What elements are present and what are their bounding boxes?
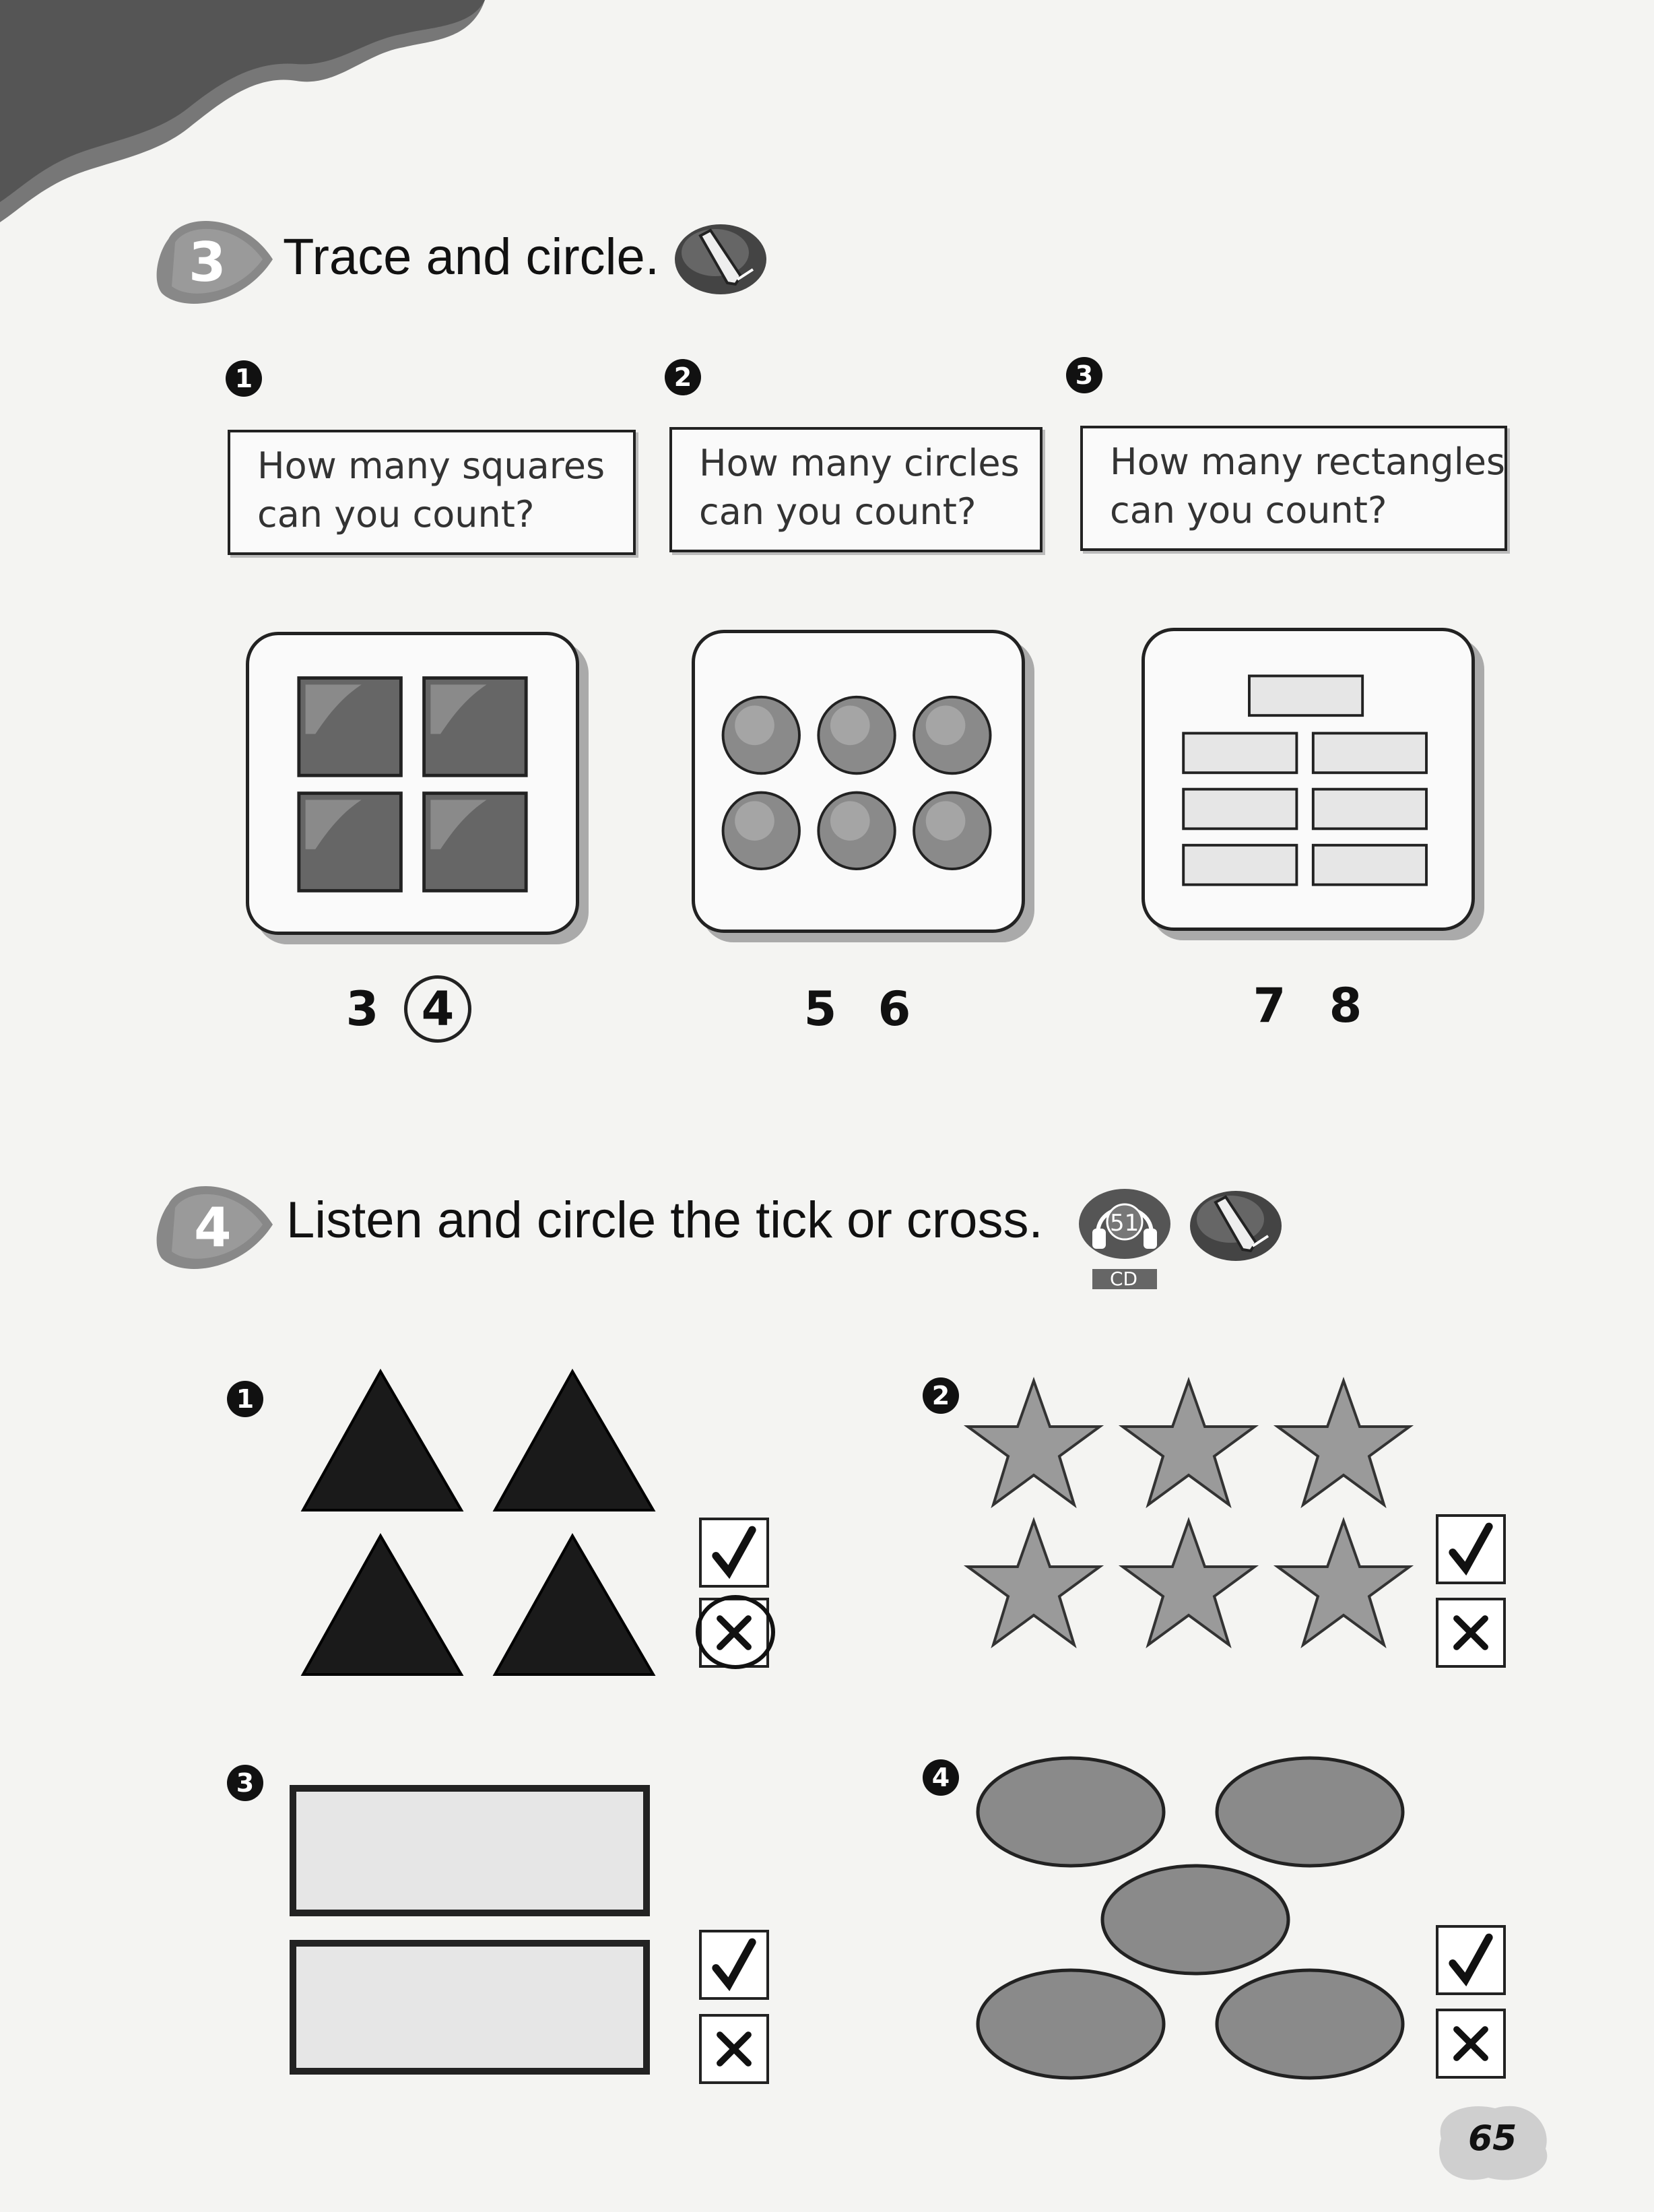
- stars-picture: [966, 1379, 1411, 1646]
- section-3-title: Trace and circle.: [283, 228, 659, 286]
- section-4-item-2-number: 2: [923, 1377, 959, 1414]
- section-3-number: 3: [189, 231, 226, 294]
- question-line-1: How many circles: [699, 442, 1020, 484]
- question-line-1: How many rectangles: [1110, 441, 1506, 483]
- pencil-icon: [673, 222, 768, 296]
- answer-option-3[interactable]: 3: [329, 975, 396, 1043]
- answer-option-4-circled[interactable]: 4: [404, 975, 471, 1043]
- section-3-badge: 3: [155, 212, 276, 313]
- answer-option-6[interactable]: 6: [861, 975, 928, 1043]
- corner-decoration: [0, 0, 485, 222]
- circles-picture: [721, 695, 992, 870]
- tick-box-3[interactable]: [699, 1930, 769, 2000]
- ovals-picture: [976, 1756, 1405, 2080]
- section-4-item-1-number: 1: [227, 1381, 263, 1417]
- question-box-circles: How many circles can you count?: [669, 427, 1043, 552]
- question-box-rectangles: How many rectangles can you count?: [1080, 426, 1507, 551]
- cd-label: CD: [1110, 1268, 1138, 1290]
- cross-box-3[interactable]: [699, 2014, 769, 2084]
- section-4-title: Listen and circle the tick or cross.: [286, 1192, 1043, 1249]
- squares-picture-card: [246, 632, 579, 935]
- question-line-1: How many squares: [257, 445, 605, 487]
- cross-box-4[interactable]: [1436, 2009, 1506, 2079]
- headphones-cd-icon: 51 CD: [1078, 1187, 1172, 1295]
- cd-track-number: 51: [1110, 1210, 1139, 1237]
- section-3-item-2-number: 2: [665, 359, 701, 395]
- question-line-2: can you count?: [257, 493, 535, 535]
- answer-option-8[interactable]: 8: [1312, 972, 1379, 1039]
- tick-icon: [1449, 1522, 1493, 1576]
- tick-box-2[interactable]: [1436, 1514, 1506, 1584]
- cross-circled-mark: [696, 1595, 775, 1669]
- section-4-item-3-number: 3: [227, 1765, 263, 1801]
- page-number-badge: 65: [1428, 2098, 1556, 2186]
- tick-icon: [712, 1938, 756, 1992]
- tick-icon: [1449, 1933, 1493, 1987]
- answer-option-5[interactable]: 5: [787, 975, 854, 1043]
- question-box-squares: How many squares can you count?: [228, 430, 636, 555]
- cross-icon: [1453, 2026, 1488, 2061]
- cross-box-2[interactable]: [1436, 1598, 1506, 1668]
- section-3-item-3-number: 3: [1066, 357, 1102, 393]
- section-4-badge: 4: [155, 1177, 276, 1278]
- section-3-item-1-number: 1: [226, 360, 262, 397]
- tick-box-4[interactable]: [1436, 1925, 1506, 1995]
- question-line-2: can you count?: [699, 490, 977, 533]
- section-4-item-4-number: 4: [923, 1759, 959, 1796]
- answer-option-7[interactable]: 7: [1236, 972, 1303, 1039]
- cross-icon: [717, 2031, 752, 2067]
- rectangles-picture: [290, 1785, 650, 2075]
- pencil-icon: [1189, 1189, 1283, 1263]
- tick-box-1[interactable]: [699, 1518, 769, 1588]
- rectangles-picture-card: [1142, 628, 1475, 931]
- cross-icon: [1453, 1615, 1488, 1650]
- section-4-number: 4: [194, 1196, 232, 1259]
- tick-icon: [712, 1526, 756, 1580]
- triangles-picture: [300, 1368, 656, 1676]
- page-number: 65: [1468, 2118, 1517, 2159]
- rectangles-picture: [1182, 674, 1428, 886]
- squares-picture: [297, 676, 528, 892]
- circles-picture-card: [692, 630, 1025, 933]
- question-line-2: can you count?: [1110, 489, 1387, 531]
